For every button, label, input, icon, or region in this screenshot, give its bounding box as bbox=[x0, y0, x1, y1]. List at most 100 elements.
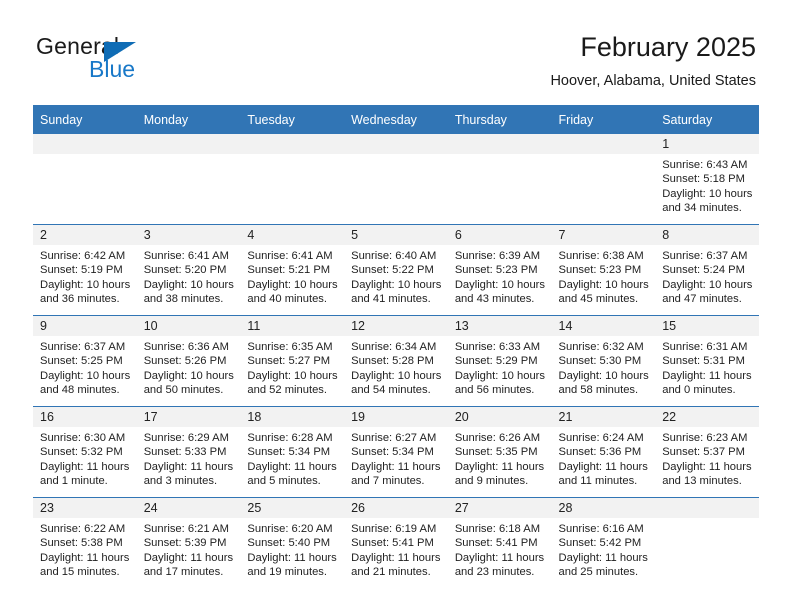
daylight-text-line1: Daylight: 10 hours bbox=[40, 369, 131, 382]
day-number: 5 bbox=[344, 225, 448, 245]
day-sun-info: Sunrise: 6:24 AM Sunset: 5:36 PM Daylight:… bbox=[552, 427, 656, 489]
calendar-day-cell[interactable]: 16 Sunrise: 6:30 AM Sunset: 5:32 PM Dayligh… bbox=[33, 406, 137, 498]
calendar-day-cell[interactable]: 5 Sunrise: 6:40 AM Sunset: 5:22 PM Daylight… bbox=[344, 224, 448, 316]
day-number: 10 bbox=[136, 316, 241, 336]
daylight-text-line1: Daylight: 10 hours bbox=[558, 369, 649, 382]
calendar-day-cell[interactable]: 24 Sunrise: 6:21 AM Sunset: 5:39 PM Dayligh… bbox=[136, 497, 241, 588]
daylight-text-line2: and 13 minutes. bbox=[662, 475, 742, 488]
calendar-day-cell[interactable]: 14 Sunrise: 6:32 AM Sunset: 5:30 PM Dayligh… bbox=[551, 315, 656, 407]
calendar-cell-empty bbox=[551, 134, 656, 225]
calendar-day-cell[interactable]: 13 Sunrise: 6:33 AM Sunset: 5:29 PM Dayligh… bbox=[447, 315, 552, 407]
day-sun-info: Sunrise: 6:19 AM Sunset: 5:41 PM Daylight:… bbox=[344, 518, 448, 580]
day-number: 16 bbox=[33, 407, 137, 427]
day-number: 20 bbox=[447, 407, 552, 427]
general-blue-logo[interactable]: General Blue bbox=[36, 33, 226, 89]
day-cell-inner bbox=[655, 498, 759, 588]
daylight-text-line2: and 50 minutes. bbox=[143, 384, 224, 397]
calendar-day-cell[interactable]: 2 Sunrise: 6:42 AM Sunset: 5:19 PM Daylight… bbox=[33, 224, 137, 316]
sunrise-text: Sunrise: 6:27 AM bbox=[351, 432, 437, 444]
sunrise-text: Sunrise: 6:39 AM bbox=[454, 250, 541, 262]
calendar-day-cell[interactable]: 12 Sunrise: 6:34 AM Sunset: 5:28 PM Dayligh… bbox=[344, 315, 448, 407]
calendar-day-cell[interactable]: 21 Sunrise: 6:24 AM Sunset: 5:36 PM Dayligh… bbox=[551, 406, 656, 498]
calendar-day-cell[interactable]: 25 Sunrise: 6:20 AM Sunset: 5:40 PM Dayligh… bbox=[240, 497, 345, 588]
daylight-text-line2: and 11 minutes. bbox=[558, 475, 638, 488]
day-cell-inner bbox=[136, 134, 241, 224]
day-number: 25 bbox=[240, 498, 345, 518]
day-cell-inner: 25 Sunrise: 6:20 AM Sunset: 5:40 PM Dayligh… bbox=[240, 498, 345, 588]
day-cell-inner bbox=[344, 134, 448, 224]
sunset-text: Sunset: 5:33 PM bbox=[143, 446, 227, 459]
sunrise-text: Sunrise: 6:37 AM bbox=[40, 341, 126, 353]
calendar-day-cell[interactable]: 11 Sunrise: 6:35 AM Sunset: 5:27 PM Dayligh… bbox=[240, 315, 345, 407]
daylight-text-line1: Daylight: 10 hours bbox=[247, 278, 338, 291]
day-number bbox=[344, 134, 448, 154]
sunset-text: Sunset: 5:23 PM bbox=[454, 264, 538, 277]
sunset-text: Sunset: 5:40 PM bbox=[247, 537, 331, 550]
day-number bbox=[240, 134, 345, 154]
day-cell-inner bbox=[551, 134, 656, 224]
daylight-text-line2: and 36 minutes. bbox=[40, 293, 120, 306]
day-number: 2 bbox=[33, 225, 137, 245]
calendar-day-cell[interactable]: 3 Sunrise: 6:41 AM Sunset: 5:20 PM Daylight… bbox=[136, 224, 241, 316]
day-number: 24 bbox=[136, 498, 241, 518]
calendar-day-cell[interactable]: 17 Sunrise: 6:29 AM Sunset: 5:33 PM Dayligh… bbox=[136, 406, 241, 498]
sunrise-text: Sunrise: 6:41 AM bbox=[247, 250, 333, 262]
daylight-text-line2: and 34 minutes. bbox=[662, 202, 742, 215]
calendar-day-cell[interactable]: 28 Sunrise: 6:16 AM Sunset: 5:42 PM Dayligh… bbox=[551, 497, 656, 588]
day-cell-inner: 4 Sunrise: 6:41 AM Sunset: 5:21 PM Daylight… bbox=[240, 225, 345, 315]
calendar-day-cell[interactable]: 10 Sunrise: 6:36 AM Sunset: 5:26 PM Dayligh… bbox=[136, 315, 241, 407]
day-cell-inner: 23 Sunrise: 6:22 AM Sunset: 5:38 PM Dayligh… bbox=[33, 498, 137, 588]
sunrise-text: Sunrise: 6:30 AM bbox=[40, 432, 126, 444]
calendar-header-row: Sunday Monday Tuesday Wednesday Thursday… bbox=[33, 105, 759, 134]
calendar-day-cell[interactable]: 7 Sunrise: 6:38 AM Sunset: 5:23 PM Daylight… bbox=[551, 224, 656, 316]
day-cell-inner: 8 Sunrise: 6:37 AM Sunset: 5:24 PM Daylight… bbox=[655, 225, 759, 315]
sunrise-text: Sunrise: 6:35 AM bbox=[247, 341, 333, 353]
day-number: 27 bbox=[447, 498, 552, 518]
day-sun-info: Sunrise: 6:37 AM Sunset: 5:25 PM Daylight:… bbox=[33, 336, 137, 398]
daylight-text-line1: Daylight: 11 hours bbox=[247, 551, 337, 564]
daylight-text-line1: Daylight: 11 hours bbox=[454, 551, 545, 564]
sunset-text: Sunset: 5:18 PM bbox=[662, 173, 745, 186]
sunrise-text: Sunrise: 6:18 AM bbox=[454, 523, 541, 535]
sunrise-text: Sunrise: 6:36 AM bbox=[143, 341, 229, 353]
daylight-text-line2: and 48 minutes. bbox=[40, 384, 120, 397]
day-number: 23 bbox=[33, 498, 137, 518]
day-sun-info: Sunrise: 6:41 AM Sunset: 5:20 PM Daylight:… bbox=[137, 245, 241, 307]
calendar-day-cell[interactable]: 23 Sunrise: 6:22 AM Sunset: 5:38 PM Dayligh… bbox=[33, 497, 137, 588]
calendar-day-cell[interactable]: 8 Sunrise: 6:37 AM Sunset: 5:24 PM Daylight… bbox=[655, 224, 759, 316]
day-cell-inner: 18 Sunrise: 6:28 AM Sunset: 5:34 PM Dayligh… bbox=[240, 407, 345, 497]
day-cell-inner bbox=[447, 134, 552, 224]
day-cell-inner: 12 Sunrise: 6:34 AM Sunset: 5:28 PM Dayligh… bbox=[344, 316, 448, 406]
daylight-text-line1: Daylight: 10 hours bbox=[351, 278, 442, 291]
day-cell-inner: 2 Sunrise: 6:42 AM Sunset: 5:19 PM Daylight… bbox=[33, 225, 137, 315]
daylight-text-line1: Daylight: 11 hours bbox=[40, 551, 130, 564]
sunrise-text: Sunrise: 6:24 AM bbox=[558, 432, 644, 444]
daylight-text-line1: Daylight: 10 hours bbox=[40, 278, 131, 291]
calendar-day-cell[interactable]: 26 Sunrise: 6:19 AM Sunset: 5:41 PM Dayligh… bbox=[344, 497, 448, 588]
calendar-day-cell[interactable]: 9 Sunrise: 6:37 AM Sunset: 5:25 PM Daylight… bbox=[33, 315, 137, 407]
daylight-text-line1: Daylight: 11 hours bbox=[454, 460, 545, 473]
calendar-day-cell[interactable]: 15 Sunrise: 6:31 AM Sunset: 5:31 PM Dayligh… bbox=[655, 315, 759, 407]
day-sun-info: Sunrise: 6:20 AM Sunset: 5:40 PM Daylight:… bbox=[240, 518, 344, 580]
calendar-day-cell[interactable]: 4 Sunrise: 6:41 AM Sunset: 5:21 PM Daylight… bbox=[240, 224, 345, 316]
day-number: 11 bbox=[240, 316, 345, 336]
daylight-text-line1: Daylight: 10 hours bbox=[143, 278, 234, 291]
calendar-day-cell[interactable]: 1 Sunrise: 6:43 AM Sunset: 5:18 PM Daylight… bbox=[655, 134, 759, 225]
sunrise-text: Sunrise: 6:38 AM bbox=[558, 250, 644, 262]
sunset-text: Sunset: 5:36 PM bbox=[558, 446, 642, 459]
calendar-day-cell[interactable]: 6 Sunrise: 6:39 AM Sunset: 5:23 PM Daylight… bbox=[447, 224, 552, 316]
calendar-day-cell[interactable]: 18 Sunrise: 6:28 AM Sunset: 5:34 PM Dayligh… bbox=[240, 406, 345, 498]
day-cell-inner: 13 Sunrise: 6:33 AM Sunset: 5:29 PM Dayligh… bbox=[447, 316, 552, 406]
calendar-day-cell[interactable]: 27 Sunrise: 6:18 AM Sunset: 5:41 PM Dayligh… bbox=[447, 497, 552, 588]
calendar-day-cell[interactable]: 22 Sunrise: 6:23 AM Sunset: 5:37 PM Dayligh… bbox=[655, 406, 759, 498]
sunset-text: Sunset: 5:24 PM bbox=[662, 264, 745, 277]
sunrise-text: Sunrise: 6:22 AM bbox=[40, 523, 126, 535]
day-number: 3 bbox=[136, 225, 241, 245]
day-cell-inner: 10 Sunrise: 6:36 AM Sunset: 5:26 PM Dayligh… bbox=[136, 316, 241, 406]
daylight-text-line1: Daylight: 10 hours bbox=[143, 369, 234, 382]
calendar-day-cell[interactable]: 20 Sunrise: 6:26 AM Sunset: 5:35 PM Dayligh… bbox=[447, 406, 552, 498]
sunset-text: Sunset: 5:22 PM bbox=[351, 264, 434, 277]
sunset-text: Sunset: 5:30 PM bbox=[558, 355, 642, 368]
day-cell-inner: 7 Sunrise: 6:38 AM Sunset: 5:23 PM Daylight… bbox=[551, 225, 656, 315]
calendar-day-cell[interactable]: 19 Sunrise: 6:27 AM Sunset: 5:34 PM Dayligh… bbox=[344, 406, 448, 498]
